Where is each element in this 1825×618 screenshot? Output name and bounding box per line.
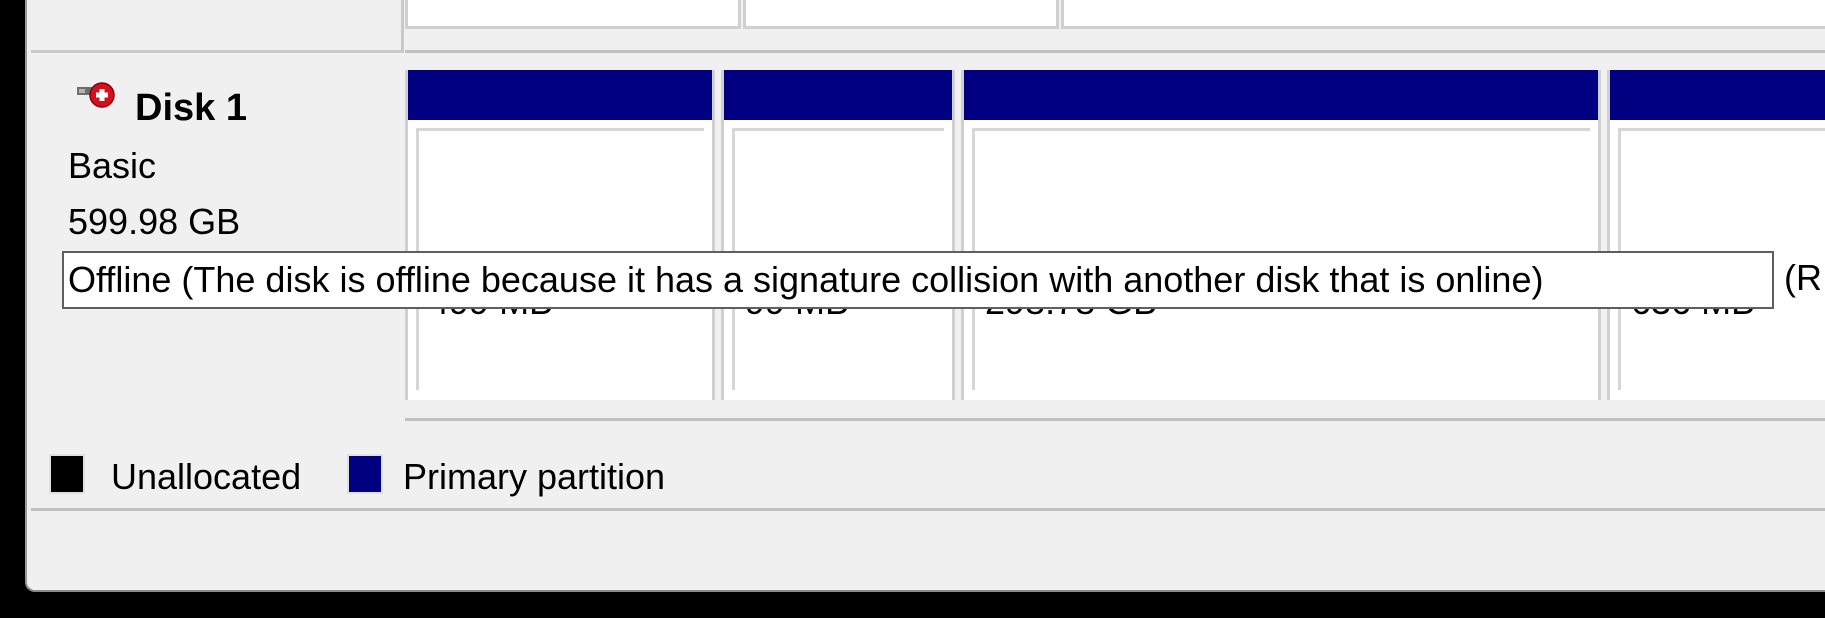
primary-partition-bar (408, 70, 712, 120)
previous-partition[interactable] (1061, 0, 1825, 29)
divider (31, 508, 1825, 511)
truncated-text: (R (1784, 257, 1822, 298)
disk-offline-icon (77, 81, 117, 117)
partition-block[interactable]: 298.78 GB (961, 70, 1601, 400)
disk-title: Disk 1 (135, 87, 247, 129)
legend-primary-partition-label: Primary partition (403, 456, 666, 497)
disk-status-tooltip: Offline (The disk is offline because it … (62, 251, 1774, 309)
status-bar (31, 512, 1825, 590)
primary-partition-bar (724, 70, 952, 120)
disk-capacity: 599.98 GB (68, 201, 241, 242)
disk-partitions: 499 MB 99 MB 298.78 GB 636 MB (405, 55, 1825, 421)
primary-partition-bar (964, 70, 1598, 120)
partition-block[interactable]: 99 MB (721, 70, 955, 400)
unallocated-swatch (49, 454, 85, 494)
previous-disk-partitions (405, 0, 1825, 53)
partition-block[interactable]: 499 MB (405, 70, 715, 400)
legend-unallocated-label: Unallocated (111, 456, 302, 497)
primary-partition-swatch (347, 454, 383, 494)
legend: Unallocated Primary partition (31, 438, 1825, 508)
previous-disk-info[interactable] (31, 0, 404, 53)
previous-partition[interactable] (405, 0, 741, 29)
primary-partition-bar (1610, 70, 1825, 120)
partition-block[interactable]: 636 MB (1607, 70, 1825, 400)
disk-type: Basic (68, 145, 157, 186)
previous-partition[interactable] (743, 0, 1059, 29)
disk-info-panel[interactable]: Disk 1 Basic 599.98 GB (31, 55, 401, 418)
